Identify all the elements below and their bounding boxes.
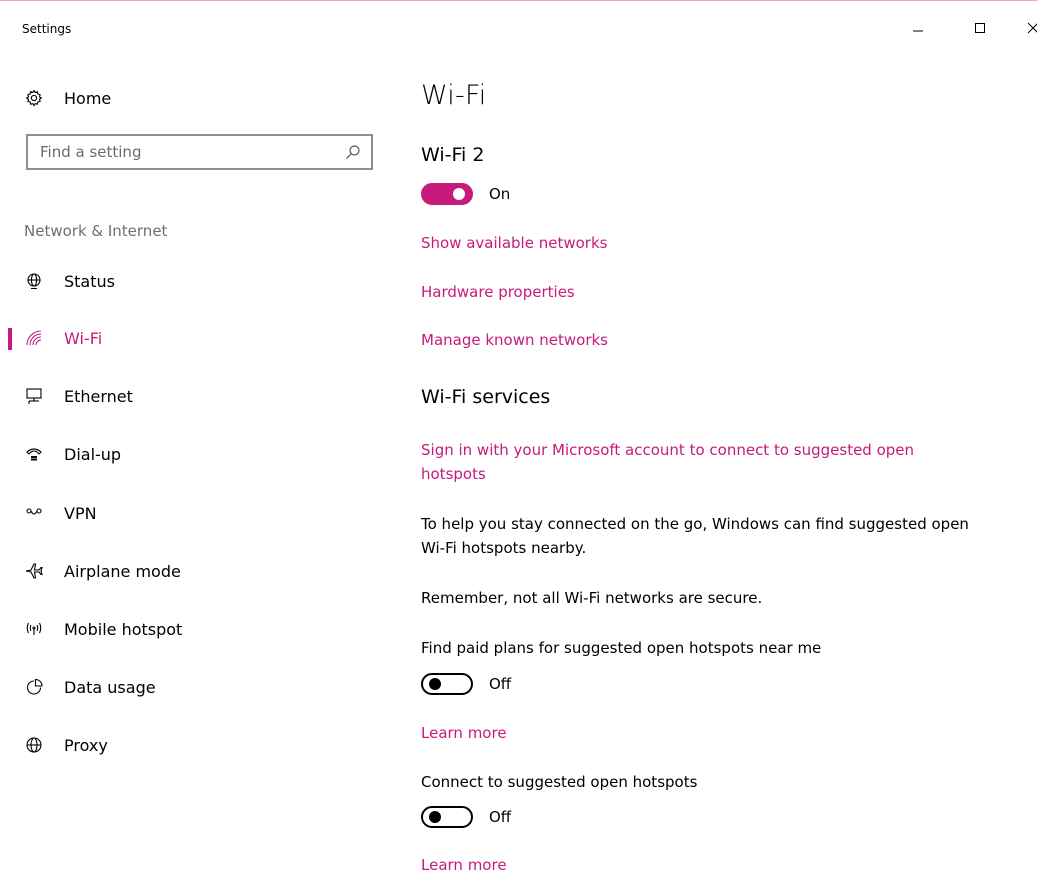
vpn-icon bbox=[24, 503, 44, 523]
sidebar-item-label: Dial-up bbox=[64, 444, 122, 464]
adapter-name: Wi-Fi 2 bbox=[421, 144, 485, 166]
sign-in-microsoft-link[interactable]: Sign in with your Microsoft account to c… bbox=[421, 438, 981, 486]
connect-hotspots-toggle-state: Off bbox=[489, 808, 512, 826]
connect-hotspots-toggle[interactable] bbox=[421, 806, 473, 828]
hotspot-icon bbox=[24, 619, 44, 639]
wifi-icon bbox=[24, 328, 44, 348]
dialup-icon bbox=[24, 444, 44, 464]
globe-proxy-icon bbox=[24, 735, 44, 755]
sidebar-item-label: Home bbox=[64, 88, 112, 108]
sidebar-item-status[interactable]: Status bbox=[0, 259, 395, 303]
connect-hotspots-toggle-row: Off bbox=[421, 804, 511, 830]
wifi-toggle-state: On bbox=[489, 185, 511, 203]
sidebar-item-label: Ethernet bbox=[64, 386, 133, 406]
globe-status-icon bbox=[24, 271, 44, 291]
paid-plans-toggle-state: Off bbox=[489, 675, 512, 693]
sidebar-item-wifi[interactable]: Wi-Fi bbox=[0, 316, 395, 360]
sidebar-item-vpn[interactable]: VPN bbox=[0, 491, 395, 535]
sidebar-item-proxy[interactable]: Proxy bbox=[0, 723, 395, 767]
sidebar-item-label: Proxy bbox=[64, 735, 108, 755]
search-icon[interactable] bbox=[345, 144, 361, 164]
hardware-properties-link[interactable]: Hardware properties bbox=[421, 280, 575, 304]
airplane-icon bbox=[24, 561, 44, 581]
window-title: Settings bbox=[22, 22, 72, 36]
sidebar-item-label: Status bbox=[64, 271, 115, 291]
paid-plans-toggle-row: Off bbox=[421, 671, 511, 697]
sidebar: Home Network & Internet Status bbox=[0, 60, 395, 873]
sidebar-item-label: VPN bbox=[64, 503, 97, 523]
paid-plans-label: Find paid plans for suggested open hotsp… bbox=[421, 639, 822, 657]
wifi-services-heading: Wi-Fi services bbox=[421, 386, 551, 408]
sidebar-item-mobile-hotspot[interactable]: Mobile hotspot bbox=[0, 607, 395, 651]
active-indicator bbox=[8, 328, 12, 350]
ethernet-icon bbox=[24, 386, 44, 406]
toggle-knob bbox=[453, 188, 465, 200]
learn-more-link[interactable]: Learn more bbox=[421, 721, 507, 745]
manage-known-networks-link[interactable]: Manage known networks bbox=[421, 328, 608, 352]
connect-hotspots-label: Connect to suggested open hotspots bbox=[421, 773, 698, 791]
wifi-toggle[interactable] bbox=[421, 183, 473, 205]
sidebar-item-ethernet[interactable]: Ethernet bbox=[0, 374, 395, 418]
sidebar-item-airplane-mode[interactable]: Airplane mode bbox=[0, 549, 395, 593]
sidebar-item-label: Mobile hotspot bbox=[64, 619, 183, 639]
data-usage-icon bbox=[24, 677, 44, 697]
sidebar-item-label: Airplane mode bbox=[64, 561, 181, 581]
wifi-toggle-row: On bbox=[421, 181, 510, 207]
sidebar-item-dialup[interactable]: Dial-up bbox=[0, 432, 395, 476]
warning-text: Remember, not all Wi-Fi networks are sec… bbox=[421, 589, 763, 607]
learn-more-link[interactable]: Learn more bbox=[421, 853, 507, 873]
page-title: Wi-Fi bbox=[421, 80, 487, 111]
sidebar-item-home[interactable]: Home bbox=[0, 76, 395, 120]
close-icon bbox=[1027, 22, 1037, 34]
search-box[interactable] bbox=[26, 134, 373, 170]
main-content: Wi-Fi Wi-Fi 2 On Show available networks… bbox=[421, 0, 1021, 873]
help-text: To help you stay connected on the go, Wi… bbox=[421, 515, 969, 557]
sidebar-item-data-usage[interactable]: Data usage bbox=[0, 665, 395, 709]
toggle-knob bbox=[429, 678, 441, 690]
paid-plans-toggle[interactable] bbox=[421, 673, 473, 695]
sidebar-item-label: Data usage bbox=[64, 677, 156, 697]
sidebar-item-label: Wi-Fi bbox=[64, 328, 103, 348]
toggle-knob bbox=[429, 811, 441, 823]
gear-icon bbox=[24, 88, 44, 108]
show-available-networks-link[interactable]: Show available networks bbox=[421, 231, 607, 255]
section-label: Network & Internet bbox=[24, 222, 168, 240]
search-input[interactable] bbox=[40, 142, 330, 162]
